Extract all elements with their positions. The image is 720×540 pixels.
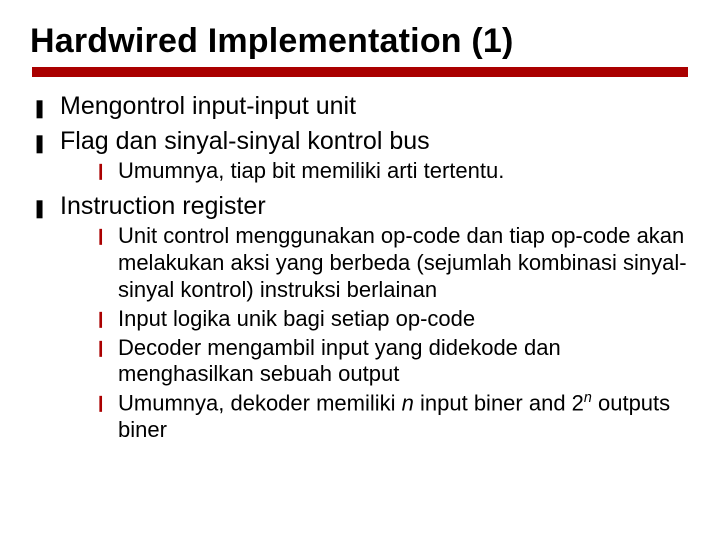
bullet-item: ❚ Instruction register ❙ Unit control me…: [30, 191, 690, 444]
slide: Hardwired Implementation (1) ❚ Mengontro…: [0, 0, 720, 540]
title-underline: [32, 67, 688, 77]
bullet-list: ❚ Mengontrol input-input unit ❚ Flag dan…: [30, 91, 690, 444]
bullet-text: Mengontrol input-input unit: [60, 92, 356, 120]
sub-bullet-item: ❙ Umumnya, dekoder memiliki n input bine…: [94, 390, 690, 444]
sub-bullet-list: ❙ Unit control menggunakan op-code dan t…: [60, 223, 690, 444]
bullet-text: Instruction register: [60, 192, 266, 220]
sub-bullet-text-mid: input biner and 2: [414, 391, 584, 416]
sub-bullet-text: Umumnya, tiap bit memiliki arti tertentu…: [118, 158, 504, 183]
sub-bullet-text-prefix: Umumnya, dekoder memiliki: [118, 391, 402, 416]
sub-bullet-text: Input logika unik bagi setiap op-code: [118, 306, 475, 331]
sub-bullet-icon: ❙: [94, 227, 107, 247]
sub-bullet-item: ❙ Unit control menggunakan op-code dan t…: [94, 223, 690, 303]
sub-bullet-item: ❙ Decoder mengambil input yang didekode …: [94, 335, 690, 389]
exponent-n: n: [584, 390, 592, 406]
sub-bullet-item: ❙ Umumnya, tiap bit memiliki arti terten…: [94, 158, 690, 185]
sub-bullet-item: ❙ Input logika unik bagi setiap op-code: [94, 306, 690, 333]
bullet-item: ❚ Flag dan sinyal-sinyal kontrol bus ❙ U…: [30, 126, 690, 185]
sub-bullet-icon: ❙: [94, 162, 107, 182]
bullet-item: ❚ Mengontrol input-input unit: [30, 91, 690, 122]
sub-bullet-icon: ❙: [94, 394, 107, 414]
sub-bullet-text: Decoder mengambil input yang didekode da…: [118, 335, 561, 387]
slide-title: Hardwired Implementation (1): [30, 22, 690, 61]
bullet-text: Flag dan sinyal-sinyal kontrol bus: [60, 127, 430, 155]
variable-n: n: [402, 391, 414, 416]
sub-bullet-text: Unit control menggunakan op-code dan tia…: [118, 223, 687, 302]
sub-bullet-icon: ❙: [94, 310, 107, 330]
square-bullet-icon: ❚: [32, 198, 47, 220]
sub-bullet-icon: ❙: [94, 339, 107, 359]
square-bullet-icon: ❚: [32, 133, 47, 155]
sub-bullet-list: ❙ Umumnya, tiap bit memiliki arti terten…: [60, 158, 690, 185]
square-bullet-icon: ❚: [32, 98, 47, 120]
